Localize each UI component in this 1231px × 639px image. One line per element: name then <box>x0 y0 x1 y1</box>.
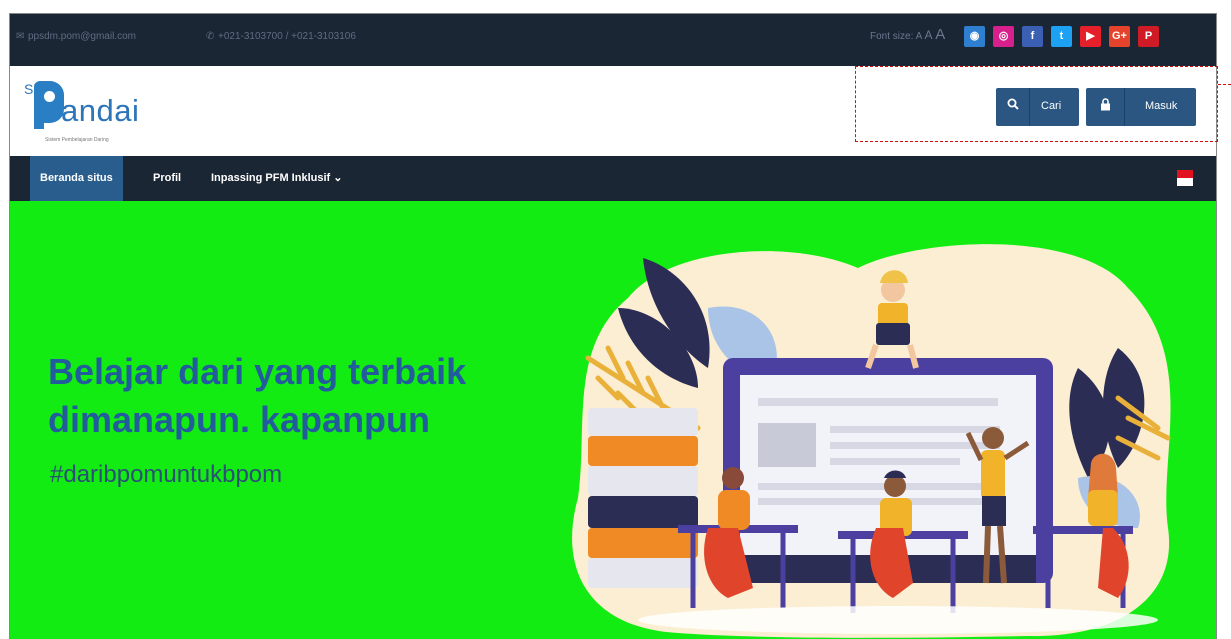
hero-banner: Belajar dari yang terbaik dimanapun. kap… <box>10 201 1216 639</box>
highlight-annotation-box <box>855 66 1218 142</box>
font-size-label: Font size: <box>870 31 914 42</box>
globe-icon[interactable]: ◉ <box>964 26 985 47</box>
hero-headline-line-2: dimanapun. kapanpun <box>48 399 431 440</box>
twitter-icon[interactable]: t <box>1051 26 1072 47</box>
font-size-small-button[interactable]: A <box>916 31 922 42</box>
language-flag-icon[interactable] <box>1177 170 1193 186</box>
google-plus-icon[interactable]: G+ <box>1109 26 1130 47</box>
font-size-large-button[interactable]: A <box>935 26 945 43</box>
nav-item-inpassing[interactable]: Inpassing PFM Inklusif ⌄ <box>211 156 342 201</box>
youtube-icon[interactable]: ▶ <box>1080 26 1101 47</box>
main-navigation: Beranda situs Profil Inpassing PFM Inklu… <box>10 156 1216 201</box>
phone-icon: ✆ <box>206 31 215 42</box>
contact-email[interactable]: ppsdm.pom@gmail.com <box>28 31 136 42</box>
font-size-medium-button[interactable]: A <box>925 28 933 42</box>
facebook-icon[interactable]: f <box>1022 26 1043 47</box>
instagram-icon[interactable]: ◎ <box>993 26 1014 47</box>
highlight-annotation-line <box>1218 84 1231 85</box>
hero-headline: Belajar dari yang terbaik dimanapun. kap… <box>48 348 568 444</box>
hero-illustration <box>572 244 1171 638</box>
contact-phone: +021-3103700 / +021-3103106 <box>218 31 356 42</box>
nav-item-profile[interactable]: Profil <box>153 156 181 201</box>
hero-hashtag: #daribpomuntukbpom <box>50 461 283 488</box>
mail-icon: ✉ <box>16 31 25 42</box>
nav-item-home[interactable]: Beranda situs <box>30 156 123 201</box>
top-info-bar: ✉ ppsdm.pom@gmail.com ✆ +021-3103700 / +… <box>10 14 1216 66</box>
pinterest-icon[interactable]: P <box>1138 26 1159 47</box>
site-logo[interactable]: Si andai Sistem Pembelajaran Daring <box>24 79 184 149</box>
hero-headline-line-1: Belajar dari yang terbaik <box>48 351 467 392</box>
logo-name: andai <box>61 93 140 128</box>
logo-tagline: Sistem Pembelajaran Daring <box>45 137 109 143</box>
nav-item-inpassing-label: Inpassing PFM Inklusif <box>211 172 331 184</box>
font-size-control: Font size: A A A <box>870 26 945 43</box>
chevron-down-icon: ⌄ <box>333 172 343 184</box>
